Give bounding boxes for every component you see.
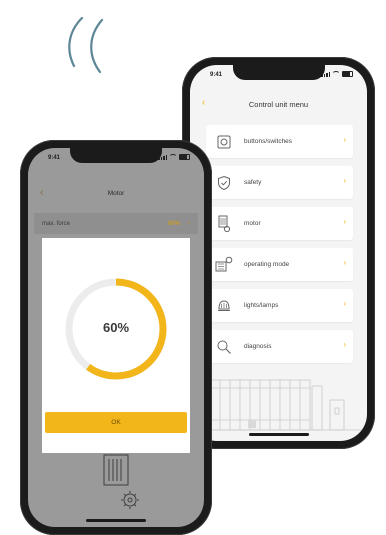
param-value: 60%	[167, 220, 180, 227]
home-indicator	[86, 519, 146, 522]
menu-item-label: diagnosis	[244, 343, 272, 350]
menu-item-label: buttons/switches	[244, 138, 293, 145]
chevron-right-icon: ›	[187, 220, 190, 227]
param-row-max-force[interactable]: max. force 60% ›	[34, 213, 198, 234]
menu-item-label: operating mode	[244, 261, 290, 268]
param-label: max. force	[42, 220, 71, 227]
chevron-right-icon: ›	[343, 217, 346, 226]
menu-item-operating-mode[interactable]: operating mode ›	[206, 248, 353, 281]
menu-item-motor[interactable]: motor ›	[206, 207, 353, 240]
chevron-right-icon: ›	[343, 135, 346, 144]
magnifier-icon	[214, 337, 234, 357]
gate-illustration	[190, 379, 367, 431]
chevron-right-icon: ›	[343, 340, 346, 349]
phone-notch	[70, 148, 162, 163]
battery-icon	[179, 154, 190, 160]
lamp-icon	[214, 296, 234, 316]
motor-icon	[214, 214, 234, 234]
menu-item-label: lights/lamps	[244, 302, 279, 309]
status-time: 9:41	[48, 155, 61, 161]
battery-icon	[342, 71, 353, 77]
page-title: Motor	[107, 190, 125, 197]
control-menu-list: buttons/switches › safety › motor › oper…	[206, 125, 353, 371]
button-switch-icon	[214, 132, 234, 152]
chevron-right-icon: ›	[343, 299, 346, 308]
wifi-icon	[332, 71, 340, 77]
home-indicator	[248, 433, 309, 436]
phone-motor-settings: 9:41 ‹ Motor max. force 60% › 60% OK	[20, 140, 212, 535]
screen-control-menu: 9:41 ‹ Control unit menu buttons/switche…	[190, 65, 367, 441]
chevron-right-icon: ›	[343, 258, 346, 267]
page-title: Control unit menu	[248, 100, 309, 109]
wifi-icon	[169, 154, 177, 160]
progress-label: 60%	[102, 320, 130, 335]
menu-item-safety[interactable]: safety ›	[206, 166, 353, 199]
ok-button[interactable]: OK	[45, 412, 187, 433]
shield-icon	[214, 173, 234, 193]
motor-gear-illustration	[103, 454, 139, 509]
operating-mode-icon	[214, 255, 234, 275]
phone-notch	[232, 65, 325, 80]
signal-waves-icon	[68, 16, 104, 74]
chevron-right-icon: ›	[343, 176, 346, 185]
screen-motor: 9:41 ‹ Motor max. force 60% › 60% OK	[28, 148, 204, 527]
menu-item-diagnosis[interactable]: diagnosis ›	[206, 330, 353, 363]
menu-item-label: safety	[244, 179, 262, 186]
menu-item-label: motor	[244, 220, 261, 227]
menu-item-buttons-switches[interactable]: buttons/switches ›	[206, 125, 353, 158]
menu-item-lights-lamps[interactable]: lights/lamps ›	[206, 289, 353, 322]
force-dialog: 60% OK	[42, 238, 190, 453]
progress-gauge: 60%	[61, 274, 171, 384]
status-time: 9:41	[210, 72, 223, 78]
